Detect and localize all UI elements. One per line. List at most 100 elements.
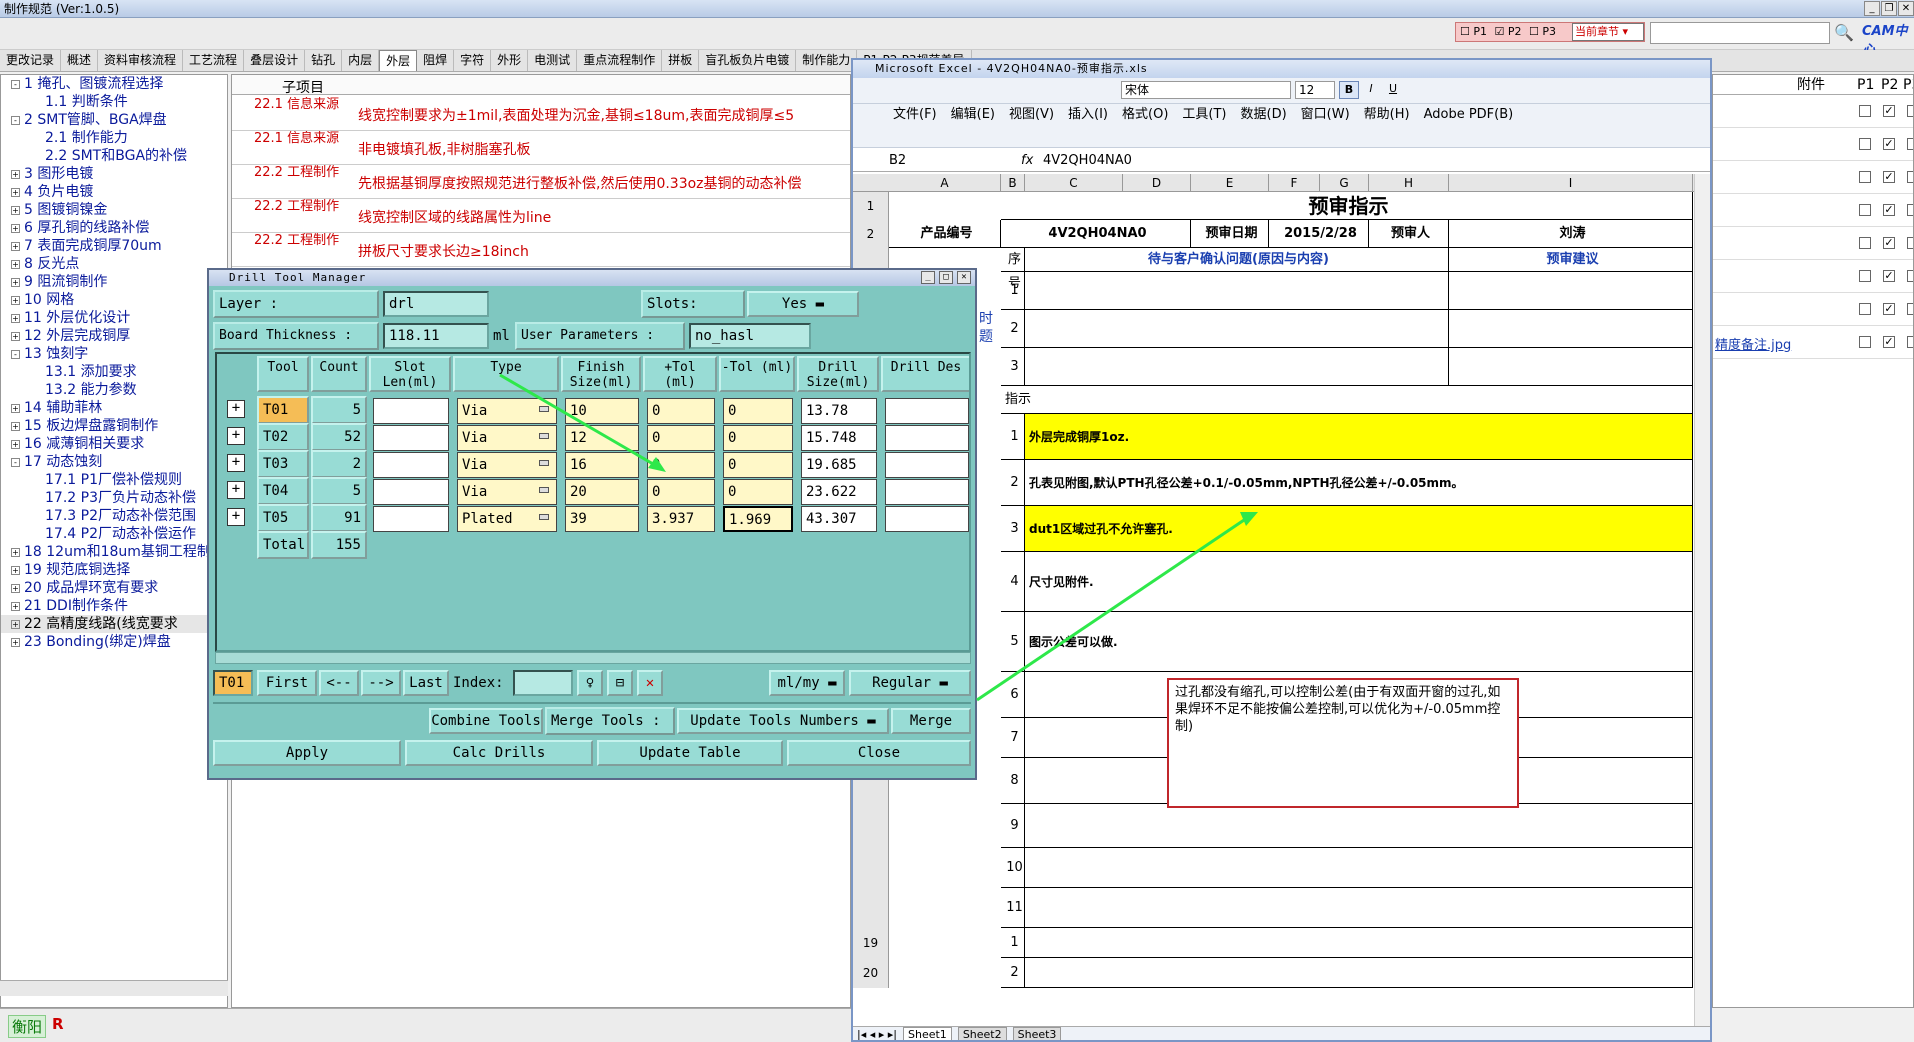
p2-checkbox[interactable]: ✓ bbox=[1883, 336, 1895, 348]
ntol-cell[interactable]: 0 bbox=[723, 398, 793, 424]
p3-checkbox[interactable]: ☐ P3 bbox=[1529, 25, 1556, 38]
bold-button[interactable]: B bbox=[1339, 81, 1359, 99]
review-date[interactable]: 2015/2/28 bbox=[1269, 220, 1369, 248]
drill-cell[interactable]: 19.685 bbox=[801, 452, 877, 478]
p3-checkbox[interactable] bbox=[1907, 303, 1913, 315]
minus-tol-header[interactable]: -Tol (ml) bbox=[719, 356, 795, 392]
ntol-cell[interactable]: 1.969 bbox=[723, 506, 793, 532]
index-input[interactable] bbox=[513, 670, 573, 696]
p2-checkbox[interactable]: ✓ bbox=[1883, 237, 1895, 249]
ptol-cell[interactable]: 0 bbox=[647, 398, 715, 424]
p1-checkbox[interactable] bbox=[1859, 138, 1871, 150]
rule-row[interactable]: 22.2 工程制作 先根据基铜厚度按照规范进行整板补偿,然后使用0.33oz基铜的… bbox=[232, 165, 850, 199]
underline-button[interactable]: U bbox=[1383, 81, 1403, 99]
instruction-text[interactable] bbox=[1025, 848, 1693, 888]
advice-header[interactable]: 预审建议 bbox=[1449, 248, 1693, 272]
row-header[interactable] bbox=[853, 848, 889, 888]
tree-item[interactable]: 17.2 P3厂负片动态补偿 bbox=[1, 489, 227, 507]
instruction-text[interactable] bbox=[1025, 888, 1693, 928]
p3-checkbox[interactable] bbox=[1907, 171, 1913, 183]
ntol-cell[interactable]: 0 bbox=[723, 425, 793, 451]
p1-checkbox[interactable]: ☐ P1 bbox=[1460, 25, 1487, 38]
instruction-number[interactable]: 2 bbox=[1001, 460, 1025, 506]
type-dropdown-icon[interactable] bbox=[539, 433, 549, 439]
tree-item[interactable]: +4 负片电镀 bbox=[1, 183, 227, 201]
expand-icon[interactable]: + bbox=[11, 296, 20, 305]
tree-item[interactable]: +21 DDI制作条件 bbox=[1, 597, 227, 615]
type-dropdown-icon[interactable] bbox=[539, 514, 549, 520]
p1-checkbox[interactable] bbox=[1859, 336, 1871, 348]
ptol-cell[interactable]: 0 bbox=[647, 479, 715, 505]
type-dropdown-icon[interactable] bbox=[539, 487, 549, 493]
instruction-number[interactable]: 4 bbox=[1001, 552, 1025, 612]
minimize-button[interactable]: _ bbox=[1864, 1, 1880, 16]
tab-7[interactable]: 外层 bbox=[379, 50, 418, 71]
cell-reference-box[interactable]: B2 bbox=[889, 151, 969, 171]
des-cell[interactable] bbox=[885, 425, 969, 451]
unit-select[interactable]: ml/my ▬ bbox=[769, 670, 845, 696]
seq-label[interactable]: 序号 bbox=[1001, 248, 1025, 291]
ptol-cell[interactable]: 0 bbox=[647, 452, 715, 478]
tool-cell[interactable]: T04 bbox=[257, 477, 309, 505]
tree-item[interactable]: +15 板边焊盘露铜制作 bbox=[1, 417, 227, 435]
excel-menu-item[interactable]: 数据(D) bbox=[1241, 107, 1287, 122]
sheet-nav-icon[interactable]: |◂ ◂ ▸ ▸| bbox=[857, 1028, 897, 1040]
rule-row[interactable]: 22.2 工程制作 拼板尺寸要求长边≥18inch bbox=[232, 233, 850, 267]
instructions-section-label[interactable]: 指示 bbox=[1001, 386, 1693, 414]
tab-2[interactable]: 资料审核流程 bbox=[98, 50, 184, 71]
tool-cell[interactable]: T02 bbox=[257, 423, 309, 451]
column-header[interactable]: C bbox=[1025, 174, 1123, 192]
finish-cell[interactable]: 39 bbox=[565, 506, 639, 532]
excel-menu-item[interactable]: 帮助(H) bbox=[1364, 107, 1410, 122]
bottom-seq[interactable]: 1 bbox=[1001, 928, 1025, 958]
chapter-select[interactable]: 当前章节 ▾ bbox=[1572, 23, 1644, 41]
bottom-cell[interactable] bbox=[1025, 928, 1693, 958]
column-header[interactable]: F bbox=[1269, 174, 1320, 192]
tool-cell[interactable]: T01 bbox=[257, 396, 309, 424]
excel-menu-item[interactable]: 插入(I) bbox=[1068, 107, 1108, 122]
column-header[interactable]: E bbox=[1191, 174, 1269, 192]
p2-checkbox[interactable]: ✓ bbox=[1883, 303, 1895, 315]
p1-checkbox[interactable] bbox=[1859, 105, 1871, 117]
tree-item[interactable]: 1.1 判断条件 bbox=[1, 93, 227, 111]
reviewer-label[interactable]: 预审人 bbox=[1369, 220, 1449, 248]
tree-item[interactable]: -17 动态蚀刻 bbox=[1, 453, 227, 471]
ptol-cell[interactable]: 3.937 bbox=[647, 506, 715, 532]
expand-tool-icon[interactable]: + bbox=[227, 481, 245, 499]
ntol-cell[interactable]: 0 bbox=[723, 452, 793, 478]
p2-checkbox[interactable]: ✓ bbox=[1883, 171, 1895, 183]
instruction-text[interactable]: 图示公差可以做. bbox=[1025, 612, 1693, 672]
tree-item[interactable]: +10 网格 bbox=[1, 291, 227, 309]
ntol-cell[interactable]: 0 bbox=[723, 479, 793, 505]
type-dropdown-icon[interactable] bbox=[539, 460, 549, 466]
tree-item[interactable]: +19 规范底铜选择 bbox=[1, 561, 227, 579]
drill-des-header[interactable]: Drill Des bbox=[881, 356, 969, 392]
restore-button[interactable]: ❐ bbox=[1881, 1, 1897, 16]
slot-len-header[interactable]: Slot Len(ml) bbox=[369, 356, 451, 392]
excel-menu-item[interactable]: 视图(V) bbox=[1009, 107, 1054, 122]
p2-checkbox[interactable]: ✓ bbox=[1883, 204, 1895, 216]
type-dropdown-icon[interactable] bbox=[539, 406, 549, 412]
tree-item[interactable]: 2.1 制作能力 bbox=[1, 129, 227, 147]
product-label[interactable]: 产品编号 bbox=[889, 220, 1001, 248]
dialog-minimize-button[interactable]: _ bbox=[921, 271, 935, 284]
p1-checkbox[interactable] bbox=[1859, 303, 1871, 315]
p2-checkbox[interactable]: ✓ bbox=[1883, 270, 1895, 282]
finish-cell[interactable]: 20 bbox=[565, 479, 639, 505]
p2-checkbox[interactable]: ✓ bbox=[1883, 105, 1895, 117]
tool-header[interactable]: Tool bbox=[257, 356, 309, 392]
tree-item[interactable]: +22 高精度线路(线宽要求 bbox=[1, 615, 227, 633]
slots-select[interactable]: Yes ▬ bbox=[747, 291, 859, 317]
finish-cell[interactable]: 10 bbox=[565, 398, 639, 424]
instruction-number[interactable]: 9 bbox=[1001, 804, 1025, 848]
drill-cell[interactable]: 43.307 bbox=[801, 506, 877, 532]
row-header[interactable]: 19 bbox=[853, 928, 889, 958]
instruction-number[interactable]: 5 bbox=[1001, 612, 1025, 672]
tree-item[interactable]: +20 成品焊环宽有要求 bbox=[1, 579, 227, 597]
issue-cell[interactable] bbox=[1025, 348, 1449, 386]
close-button[interactable]: Close bbox=[787, 740, 971, 766]
column-header[interactable]: B bbox=[1001, 174, 1025, 192]
tree-item[interactable]: +5 图镀铜镍金 bbox=[1, 201, 227, 219]
row-header[interactable]: 1 bbox=[853, 192, 889, 220]
sheet-title[interactable]: 预审指示 bbox=[1001, 192, 1693, 220]
